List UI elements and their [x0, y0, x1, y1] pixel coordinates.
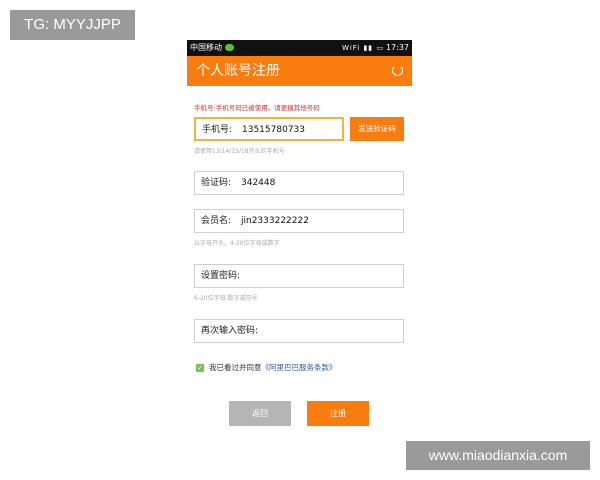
password-field[interactable]: 设置密码:	[194, 264, 404, 288]
watermark-bottom: www.miaodianxia.com	[406, 441, 590, 470]
watermark-top: TG: MYYJJPP	[10, 10, 135, 40]
back-button[interactable]: 返回	[229, 401, 291, 426]
password-label: 设置密码:	[201, 271, 241, 281]
signal-icons: WiFi ▮▮ ▭	[342, 44, 384, 52]
checkbox-icon[interactable]: ✓	[196, 364, 204, 372]
member-name-value: jin2333222222	[241, 216, 309, 226]
phone-screen: 中国移动 WiFi ▮▮ ▭ 17:37 个人账号注册 手机号:手机号码已被使用…	[187, 40, 412, 440]
status-bar: 中国移动 WiFi ▮▮ ▭ 17:37	[187, 40, 412, 56]
carrier-name: 中国移动	[190, 43, 222, 52]
code-label: 验证码:	[201, 178, 232, 188]
verification-code-field[interactable]: 验证码: 342448	[194, 171, 404, 195]
register-button[interactable]: 注册	[307, 401, 369, 426]
refresh-icon[interactable]	[392, 65, 403, 76]
send-code-button[interactable]: 发送验证码	[350, 117, 404, 141]
phone-value: 13515780733	[242, 125, 305, 135]
member-name-label: 会员名:	[201, 216, 232, 226]
app-bar: 个人账号注册	[187, 56, 412, 86]
page-title: 个人账号注册	[196, 63, 280, 79]
agree-text: 我已看过并同意	[209, 363, 262, 372]
member-name-field[interactable]: 会员名: jin2333222222	[194, 209, 404, 233]
password-confirm-label: 再次输入密码:	[201, 326, 259, 336]
clock: 17:37	[385, 43, 409, 52]
password-confirm-field[interactable]: 再次输入密码:	[194, 319, 404, 343]
error-message: 手机号:手机号码已被使用，请更换其他号码	[194, 104, 320, 112]
wechat-icon	[225, 44, 234, 51]
phone-field[interactable]: 手机号: 13515780733	[194, 117, 344, 141]
agree-row: ✓ 我已看过并同意《阿里巴巴服务条款》	[196, 362, 337, 374]
terms-link[interactable]: 《阿里巴巴服务条款》	[262, 363, 337, 372]
member-name-hint: 以字母开头，4-20位字母或数字	[194, 240, 280, 247]
code-value: 342448	[241, 178, 276, 188]
phone-hint: 请使用13/14/15/18开头的手机号	[194, 148, 285, 155]
password-hint: 6-20位字母,数字或符号	[194, 295, 258, 302]
phone-label: 手机号:	[202, 125, 233, 135]
